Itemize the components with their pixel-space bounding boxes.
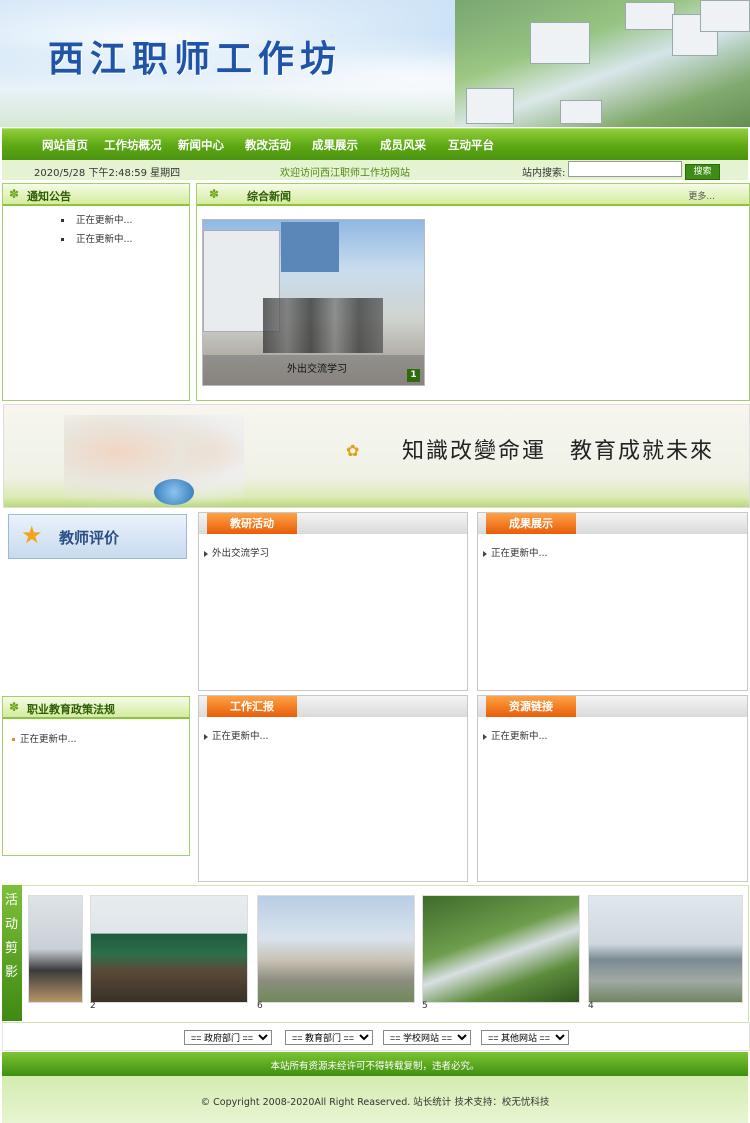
nav-members[interactable]: 成员风采 (380, 137, 426, 153)
footer-bar: 本站所有资源未经许可不得转载复制，违者必究。 (2, 1052, 748, 1076)
footer-area: © Copyright 2008-2020All Right Reaserved… (2, 1076, 748, 1123)
slogan-banner: ✿ 知識改變命運 教育成就未來 (3, 404, 750, 508)
policy-title-bar: ✽ 职业教育政策法规 (3, 697, 189, 719)
featured-news-image[interactable]: 外出交流学习 1 (202, 219, 425, 386)
list-item[interactable]: 正在更新中... (12, 731, 77, 745)
gallery-label-strip: 活 动 剪 影 (2, 885, 22, 1021)
tab-report[interactable]: 工作汇报 (207, 696, 297, 717)
arrow-icon (204, 733, 208, 740)
footer-notice: 本站所有资源未经许可不得转载复制，违者必究。 (270, 1061, 480, 1072)
slide-page-number[interactable]: 1 (407, 369, 420, 382)
search-input[interactable] (568, 161, 682, 177)
list-item[interactable]: 正在更新中... (483, 728, 548, 742)
gallery-caption: 5 (422, 1001, 428, 1011)
report-item-label: 正在更新中... (212, 731, 269, 742)
tab-results[interactable]: 成果展示 (486, 513, 576, 534)
notice-title-bar: ✽ 通知公告 (3, 184, 189, 206)
school-links-select[interactable]: == 学校网站 == (383, 1030, 471, 1045)
gallery-photo[interactable] (28, 895, 83, 1003)
news-title: 综合新闻 (247, 190, 291, 203)
flower-icon: ✽ (9, 700, 20, 714)
search-label: 站内搜索: (522, 168, 566, 179)
gallery-label-char: 剪 (5, 941, 19, 956)
report-panel: 工作汇报 正在更新中... (198, 695, 468, 882)
welcome-text: 欢迎访问西江职师工作坊网站 (280, 168, 410, 179)
bullet-icon (12, 738, 15, 741)
campus-building (700, 0, 750, 32)
resources-item-label: 正在更新中... (491, 731, 548, 742)
header-banner: 西江职师工作坊 (0, 0, 750, 127)
nav-reform[interactable]: 教改活动 (245, 137, 291, 153)
info-bar: 2020/5/28 下午2:48:59 星期四 欢迎访问西江职师工作坊网站 站内… (2, 160, 748, 180)
list-item[interactable]: 正在更新中... (483, 545, 548, 559)
gallery-caption: 4 (588, 1001, 594, 1011)
links-bar (2, 1022, 750, 1051)
main-nav: 网站首页 工作坊概况 新闻中心 教改活动 成果展示 成员风采 互动平台 (2, 128, 748, 160)
current-datetime: 2020/5/28 下午2:48:59 星期四 (34, 168, 181, 179)
teacher-evaluation-label: 教师评价 (59, 529, 120, 547)
notice-title: 通知公告 (27, 190, 71, 203)
campus-building (625, 2, 675, 30)
policy-title: 职业教育政策法规 (27, 703, 115, 716)
globe-icon (154, 479, 194, 505)
gallery-photo[interactable] (90, 895, 248, 1003)
policy-panel: ✽ 职业教育政策法规 正在更新中... (2, 696, 190, 856)
gallery-label-char: 影 (5, 965, 19, 980)
site-title: 西江职师工作坊 (48, 38, 343, 80)
education-links-select[interactable]: == 教育部门 == (285, 1030, 373, 1045)
tab-resources[interactable]: 资源链接 (486, 696, 576, 717)
copyright-text: © Copyright 2008-2020All Right Reaserved… (200, 1097, 550, 1108)
nav-results[interactable]: 成果展示 (312, 137, 358, 153)
sunflower-icon: ✿ (346, 441, 360, 460)
nav-news[interactable]: 新闻中心 (178, 137, 224, 153)
government-links-select[interactable]: == 政府部门 == (184, 1030, 272, 1045)
list-item[interactable]: 正在更新中... (204, 728, 269, 742)
other-links-select[interactable]: == 其他网站 == (481, 1030, 569, 1045)
search-button[interactable]: 搜索 (685, 164, 720, 180)
arrow-icon (483, 550, 487, 557)
featured-caption: 外出交流学习 (287, 364, 347, 375)
nav-home[interactable]: 网站首页 (42, 137, 88, 153)
gallery-label-char: 活 (5, 893, 19, 908)
list-item[interactable]: 外出交流学习 (204, 545, 269, 559)
resources-panel: 资源链接 正在更新中... (477, 695, 748, 882)
gallery-caption: 6 (257, 1001, 263, 1011)
flower-icon: ✽ (209, 187, 220, 201)
campus-building (560, 100, 602, 124)
research-item-label: 外出交流学习 (212, 548, 270, 559)
policy-item-label: 正在更新中... (20, 734, 77, 745)
tab-research[interactable]: 教研活动 (207, 513, 297, 534)
news-title-bar: ✽ 综合新闻 更多... (197, 184, 749, 206)
notice-panel: ✽ 通知公告 正在更新中... 正在更新中... (2, 183, 190, 401)
gallery-photo[interactable] (422, 895, 580, 1003)
photo-sign (281, 222, 339, 272)
campus-building (466, 88, 514, 124)
nav-interaction[interactable]: 互动平台 (448, 137, 494, 153)
gallery-photo[interactable] (588, 895, 743, 1003)
list-item[interactable]: 正在更新中... (61, 231, 133, 245)
research-panel: 教研活动 外出交流学习 (198, 512, 468, 691)
arrow-icon (204, 550, 208, 557)
gallery-label-char: 动 (5, 917, 19, 932)
notice-item-label: 正在更新中... (76, 215, 133, 226)
slogan-text: 知識改變命運 教育成就未來 (402, 439, 715, 464)
news-more-link[interactable]: 更多... (688, 189, 715, 202)
news-panel: ✽ 综合新闻 更多... 外出交流学习 1 (196, 183, 750, 401)
bullet-icon (61, 219, 64, 222)
arrow-icon (483, 733, 487, 740)
campus-building (530, 22, 590, 64)
nav-overview[interactable]: 工作坊概况 (104, 137, 162, 153)
bullet-icon (61, 238, 64, 241)
gallery-photo[interactable] (257, 895, 415, 1003)
notice-item-label: 正在更新中... (76, 234, 133, 245)
results-item-label: 正在更新中... (491, 548, 548, 559)
results-panel: 成果展示 正在更新中... (477, 512, 748, 691)
photo-people (263, 298, 383, 353)
star-icon: ★ (21, 521, 43, 549)
teacher-evaluation-button[interactable]: ★ 教师评价 (8, 514, 187, 559)
list-item[interactable]: 正在更新中... (61, 212, 133, 226)
flower-icon: ✽ (9, 187, 20, 201)
gallery-caption: 2 (90, 1001, 96, 1011)
